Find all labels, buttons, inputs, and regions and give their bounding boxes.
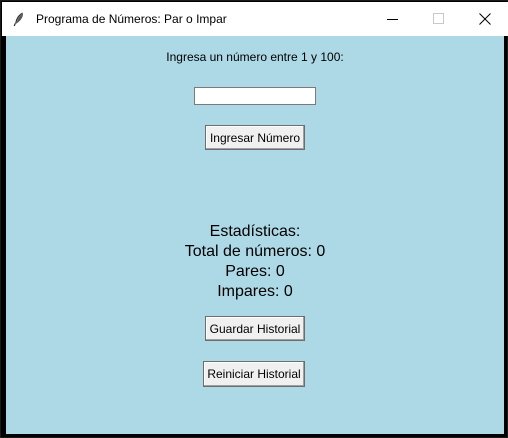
total-count-label: Total de números: 0: [184, 243, 326, 260]
save-history-button[interactable]: Guardar Historial: [205, 316, 305, 341]
app-window: Programa de Números: Par o Impar Ingresa…: [0, 0, 508, 438]
minimize-button[interactable]: [370, 2, 416, 36]
feather-icon: [11, 11, 27, 27]
number-prompt-label: Ingresa un número entre 1 y 100:: [166, 50, 344, 64]
statistics-panel: Estadísticas: Total de números: 0 Pares:…: [6, 222, 504, 302]
main-panel: Ingresa un número entre 1 y 100: Ingresa…: [6, 36, 504, 434]
maximize-button[interactable]: [416, 2, 462, 36]
reset-history-button[interactable]: Reiniciar Historial: [203, 361, 305, 387]
even-count-label: Pares: 0: [225, 263, 285, 280]
statistics-heading: Estadísticas:: [209, 223, 301, 240]
odd-count-label: Impares: 0: [217, 283, 293, 300]
close-button[interactable]: [462, 2, 508, 36]
submit-number-button[interactable]: Ingresar Número: [205, 125, 305, 150]
maximize-icon: [433, 13, 444, 24]
title-bar[interactable]: Programa de Números: Par o Impar: [2, 2, 508, 36]
number-input[interactable]: [194, 87, 316, 105]
close-icon: [479, 13, 491, 25]
minimize-icon: [387, 19, 398, 20]
window-title: Programa de Números: Par o Impar: [36, 12, 227, 26]
